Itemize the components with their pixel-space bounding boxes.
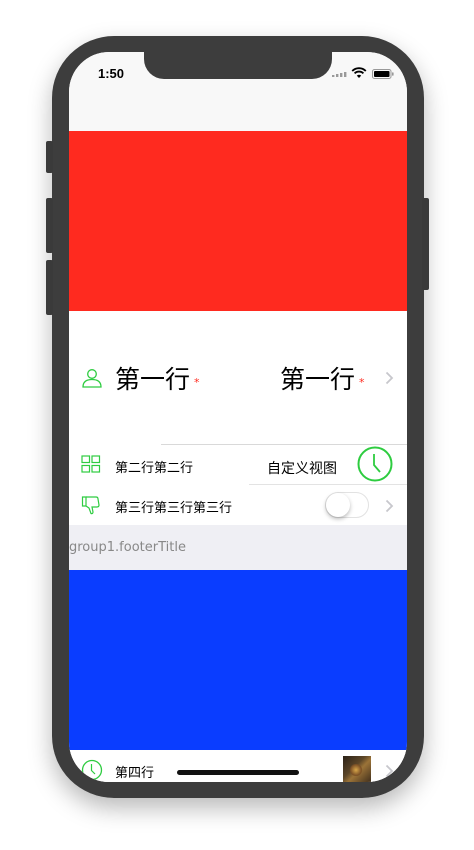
wifi-icon — [351, 67, 367, 78]
group-footer-title: group1.footerTitle — [69, 540, 186, 555]
row-first-title-text: 第一行 — [115, 365, 191, 394]
row-first-title: 第一行 * — [115, 360, 200, 396]
status-time: 1:50 — [98, 66, 125, 81]
toggle-knob — [326, 493, 350, 517]
row-third[interactable]: 第三行第三行第三行 — [69, 485, 407, 525]
required-mark: * — [194, 376, 200, 389]
clock-icon — [81, 759, 103, 781]
power-button — [422, 198, 429, 290]
row-fourth-title: 第四行 — [115, 766, 155, 781]
row-third-title: 第三行第三行第三行 — [115, 501, 233, 516]
group-footer: group1.footerTitle — [69, 525, 407, 570]
thumbnail-image — [343, 756, 371, 782]
blue-header-view — [69, 570, 407, 750]
row-second[interactable]: 第二行第二行 自定义视图 — [69, 445, 407, 484]
battery-icon — [372, 69, 394, 79]
row-fourth[interactable]: 第四行 — [69, 750, 407, 782]
chevron-right-icon — [385, 764, 394, 778]
grid-icon — [81, 455, 101, 473]
mute-switch — [46, 141, 53, 173]
screen: 1:50 第一行 * 第一行 * 第二行第二行 自定义视图 第三行第三行第三行 … — [69, 52, 407, 782]
row-second-title: 第二行第二行 — [115, 461, 194, 476]
chevron-right-icon — [385, 371, 394, 385]
notch — [144, 52, 332, 79]
red-header-view — [69, 131, 407, 311]
row-first-value: 第一行 * — [280, 360, 365, 396]
chevron-right-icon — [385, 499, 394, 513]
clock-icon[interactable] — [356, 445, 394, 483]
user-icon — [82, 369, 102, 388]
signal-icon — [332, 72, 347, 77]
row-third-toggle[interactable] — [325, 492, 369, 518]
volume-up-button — [46, 198, 53, 253]
home-indicator[interactable] — [177, 770, 299, 775]
row-first-value-text: 第一行 — [280, 365, 356, 394]
value-required-mark: * — [359, 376, 365, 389]
volume-down-button — [46, 260, 53, 315]
custom-view-label: 自定义视图 — [267, 461, 337, 477]
thumbs-down-icon — [81, 496, 100, 515]
row-first[interactable]: 第一行 * 第一行 * — [69, 311, 407, 444]
